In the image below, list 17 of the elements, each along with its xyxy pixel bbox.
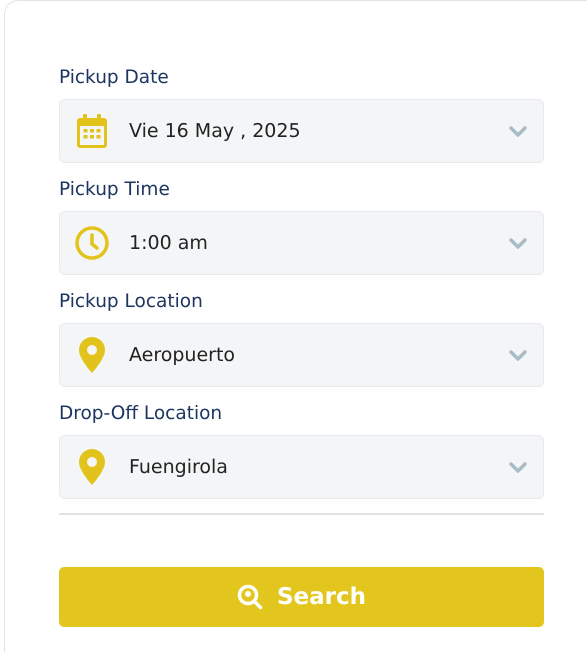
field-label: Pickup Location [59,291,203,313]
chevron-down-icon [509,350,527,360]
map-pin-icon [79,337,105,373]
clock-icon [75,226,109,260]
field-label: Drop-Off Location [59,403,222,425]
field-label: Pickup Date [59,67,169,89]
search-icon [236,584,263,610]
location-dropdown[interactable]: Aeropuerto [59,323,544,387]
date-dropdown[interactable]: Vie 16 May , 2025 [59,99,544,163]
map-pin-icon [79,449,105,485]
calendar-icon [77,114,107,148]
time-dropdown[interactable]: 1:00 am [59,211,544,275]
field-label: Pickup Time [59,179,170,201]
chevron-down-icon [509,126,527,136]
chevron-down-icon [509,462,527,472]
chevron-down-icon [509,238,527,248]
location-dropdown[interactable]: Fuengirola [59,435,544,499]
